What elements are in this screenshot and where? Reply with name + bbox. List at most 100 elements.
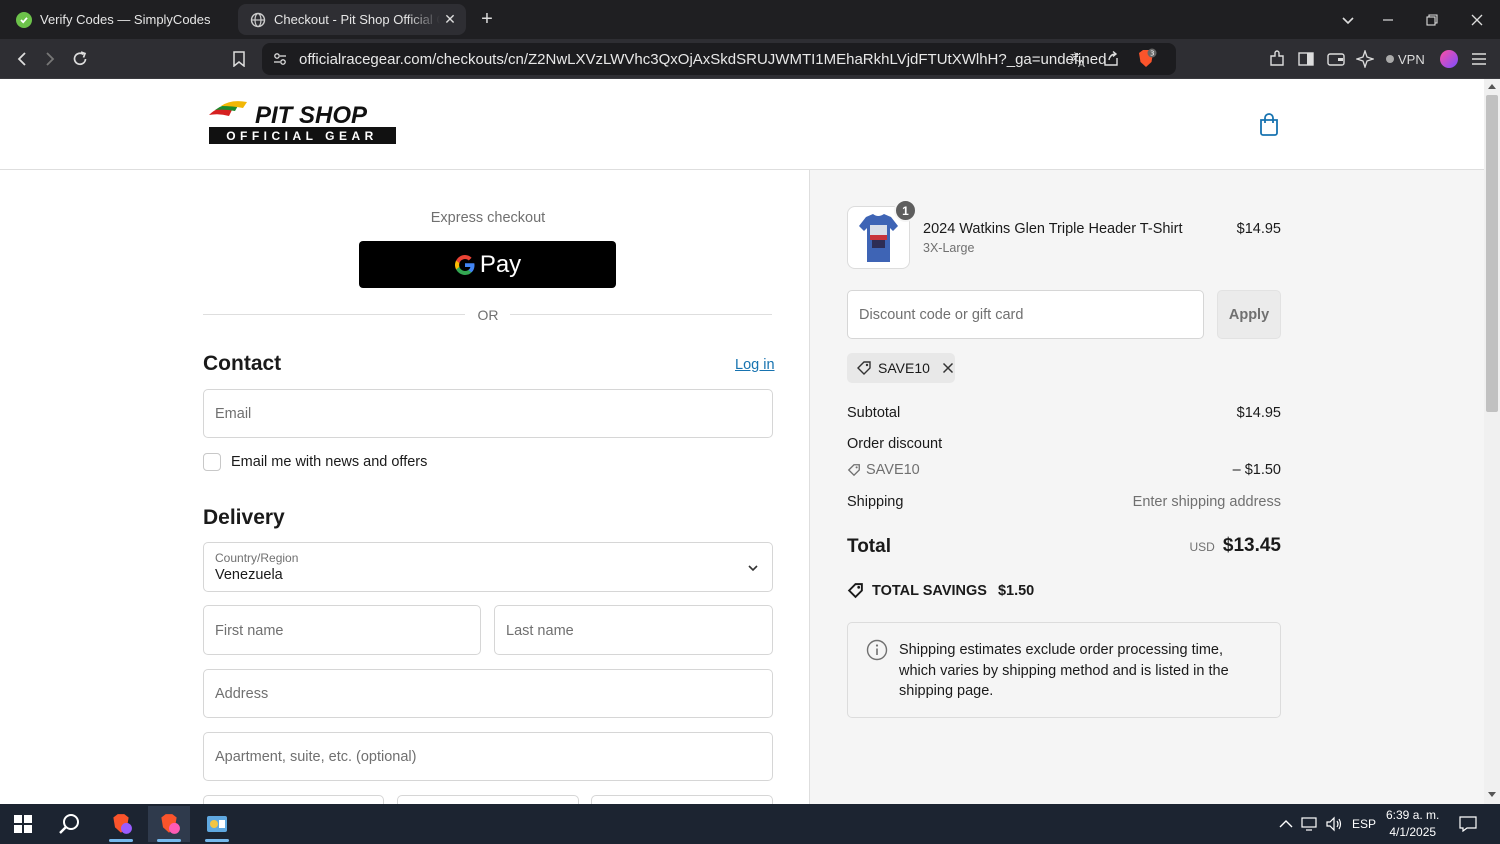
shipping-info-text: Shipping estimates exclude order process…: [899, 642, 1229, 699]
windows-start-icon[interactable]: [2, 806, 44, 842]
discount-placeholder: Discount code or gift card: [859, 307, 1024, 323]
minimize-button[interactable]: [1366, 0, 1410, 39]
order-discount-label: Order discount: [847, 436, 943, 452]
globe-icon: [250, 12, 266, 28]
search-icon[interactable]: [49, 806, 91, 842]
shopping-bag-icon[interactable]: [1258, 113, 1280, 137]
wallet-icon[interactable]: [1324, 47, 1348, 71]
tag-icon: [847, 464, 860, 477]
address-bar[interactable]: officialracegear.com/checkouts/cn/Z2NwLX…: [262, 43, 1176, 75]
contact-title: Contact: [203, 352, 282, 375]
simplycodes-favicon-icon: [16, 11, 32, 28]
close-tab-icon[interactable]: ✕: [440, 11, 460, 28]
total-amount: USD $13.45: [1081, 535, 1282, 557]
tab-simplycodes[interactable]: Verify Codes — SimplyCodes: [4, 4, 232, 35]
product-variant: 3X-Large: [923, 241, 975, 255]
tab-list-chevron-icon[interactable]: [1326, 0, 1370, 39]
or-label: OR: [477, 307, 499, 323]
browser-toolbar: officialracegear.com/checkouts/cn/Z2NwLX…: [0, 39, 1500, 79]
clock[interactable]: 6:39 a. m. 4/1/2025: [1386, 804, 1439, 844]
shipping-value: Enter shipping address: [1132, 494, 1281, 510]
restore-button[interactable]: [1410, 0, 1454, 39]
language-indicator[interactable]: ESP: [1352, 804, 1376, 844]
quantity-badge: 1: [894, 199, 917, 222]
volume-icon[interactable]: [1325, 804, 1343, 844]
apartment-placeholder: Apartment, suite, etc. (optional): [215, 749, 417, 765]
clock-date: 4/1/2025: [1389, 825, 1437, 839]
leo-ai-icon[interactable]: [1353, 47, 1377, 71]
pit-shop-logo[interactable]: PIT SHOP OFFICIAL GEAR: [205, 101, 400, 147]
google-g-icon: [454, 254, 475, 275]
new-tab-button[interactable]: +: [476, 8, 498, 30]
apartment-field[interactable]: Apartment, suite, etc. (optional): [203, 732, 773, 781]
windows-taskbar: ESP 6:39 a. m. 4/1/2025: [0, 804, 1500, 844]
country-select[interactable]: Country/Region Venezuela: [203, 542, 773, 592]
email-field[interactable]: Email: [203, 389, 773, 438]
back-arrow-icon[interactable]: [10, 47, 34, 71]
newsletter-checkbox[interactable]: [203, 453, 221, 471]
discount-code: SAVE10: [866, 462, 920, 478]
close-window-button[interactable]: [1455, 0, 1499, 39]
savings-value: $1.50: [997, 582, 1035, 599]
city-field[interactable]: [203, 795, 384, 804]
tab-checkout[interactable]: Checkout - Pit Shop Official Gear ✕: [238, 4, 466, 35]
postal-code-field[interactable]: [591, 795, 773, 804]
browser-tab-bar: Verify Codes — SimplyCodes Checkout - Pi…: [0, 0, 1500, 39]
address-field[interactable]: Address: [203, 669, 773, 718]
clock-time: 6:39 a. m.: [1386, 808, 1440, 822]
menu-icon[interactable]: [1467, 47, 1491, 71]
translate-icon[interactable]: 文A: [1066, 47, 1090, 71]
profile-avatar-icon[interactable]: [1437, 47, 1461, 71]
savings-tag-icon: [847, 583, 863, 599]
tab-title: Checkout - Pit Shop Official Gear: [274, 12, 440, 27]
last-name-field[interactable]: Last name: [494, 605, 773, 655]
apply-button[interactable]: Apply: [1217, 290, 1281, 339]
scrollbar-thumb[interactable]: [1486, 95, 1498, 412]
brave-browser-active-taskbar-icon[interactable]: [148, 806, 190, 842]
running-indicator: [157, 839, 181, 842]
control-panel-taskbar-icon[interactable]: [196, 806, 238, 842]
checkout-form: Express checkout Pay OR Contact Log in E…: [0, 170, 810, 804]
google-pay-button[interactable]: Pay: [359, 241, 616, 288]
share-icon[interactable]: [1099, 47, 1123, 71]
scroll-down-icon[interactable]: [1488, 792, 1496, 798]
address-placeholder: Address: [215, 686, 269, 702]
login-link[interactable]: Log in: [735, 357, 775, 373]
applied-discount-chip: SAVE10: [847, 353, 955, 383]
running-indicator: [205, 839, 229, 842]
shipping-info-box: Shipping estimates exclude order process…: [847, 622, 1281, 718]
product-name: 2024 Watkins Glen Triple Header T-Shirt: [923, 221, 1183, 237]
brave-shields-icon[interactable]: 3: [1134, 47, 1158, 71]
extensions-icon[interactable]: [1265, 47, 1289, 71]
vpn-status-dot-icon: [1386, 55, 1394, 63]
notifications-icon[interactable]: [1459, 804, 1477, 844]
discount-code-input[interactable]: Discount code or gift card: [847, 290, 1204, 339]
tray-chevron-up-icon[interactable]: [1279, 804, 1293, 844]
state-field[interactable]: [397, 795, 579, 804]
divider: [203, 314, 465, 315]
tab-title: Verify Codes — SimplyCodes: [40, 12, 211, 27]
applied-code: SAVE10: [878, 360, 930, 376]
shields-count: 3: [1150, 50, 1154, 58]
running-indicator: [109, 839, 133, 842]
newsletter-label: Email me with news and offers: [231, 454, 428, 470]
reload-icon[interactable]: [68, 47, 92, 71]
sidebar-icon[interactable]: [1294, 47, 1318, 71]
email-placeholder: Email: [215, 406, 252, 422]
bookmark-icon[interactable]: [227, 47, 251, 71]
total-savings: TOTAL SAVINGS $1.50: [847, 582, 1034, 599]
first-name-field[interactable]: First name: [203, 605, 481, 655]
savings-label: TOTAL SAVINGS: [872, 582, 987, 599]
country-label: Country/Region: [215, 551, 299, 565]
store-header: PIT SHOP OFFICIAL GEAR: [0, 79, 1484, 170]
vpn-label: VPN: [1398, 51, 1425, 67]
vpn-button[interactable]: VPN: [1386, 49, 1425, 69]
total-value: $13.45: [1222, 535, 1281, 556]
site-settings-icon[interactable]: [268, 47, 292, 71]
brave-browser-taskbar-icon[interactable]: [100, 806, 142, 842]
gpay-label: Pay: [479, 250, 522, 278]
scroll-up-icon[interactable]: [1488, 83, 1496, 89]
remove-discount-icon[interactable]: [942, 362, 954, 374]
forward-arrow-icon[interactable]: [38, 47, 62, 71]
network-icon[interactable]: [1301, 804, 1319, 844]
